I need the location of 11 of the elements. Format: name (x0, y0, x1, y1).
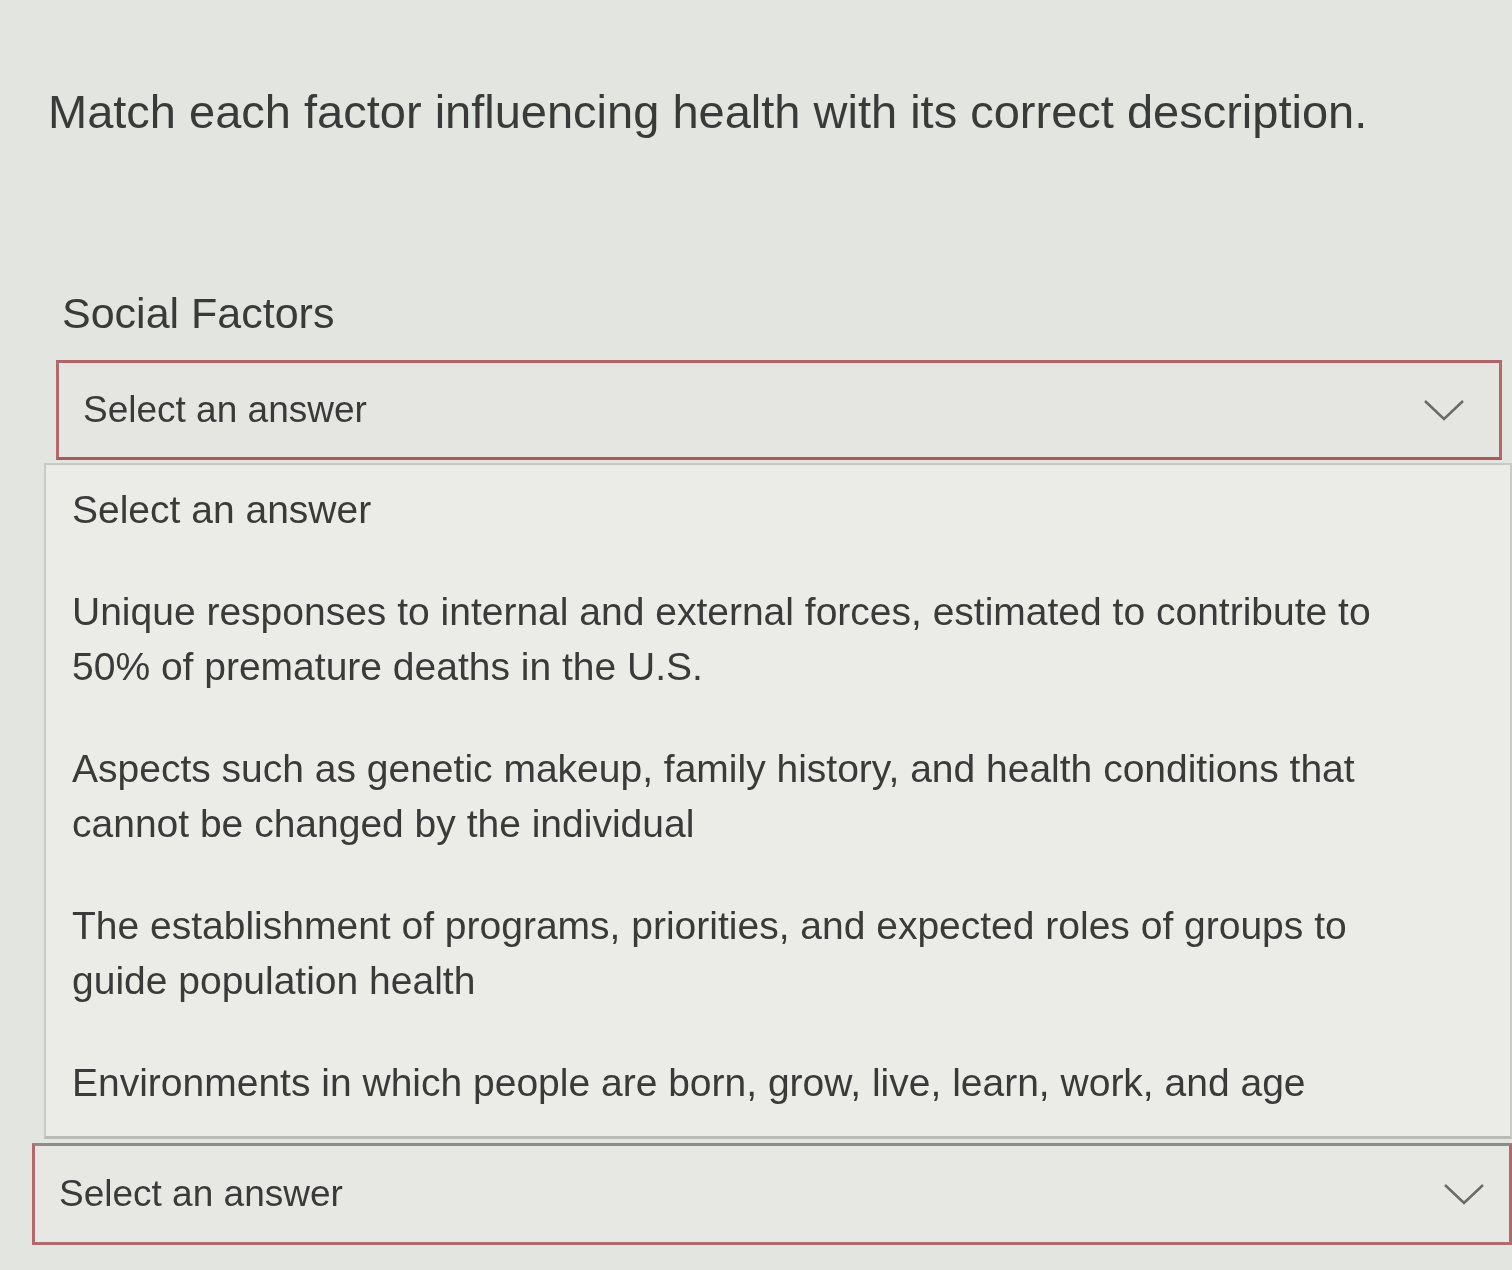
factor-label: Social Factors (62, 288, 335, 338)
dropdown-option[interactable]: Unique responses to internal and external forces, estimated to contribute to 50% of premature deaths in the U.S. (68, 581, 1490, 738)
dropdown-option[interactable]: Environments in which people are born, grow, live, learn, work, and age (68, 1052, 1490, 1124)
dropdown-option[interactable]: Select an answer (68, 479, 1490, 581)
dropdown-option[interactable]: The establishment of programs, priorities, and expected roles of groups to guide population health (68, 895, 1490, 1052)
chevron-down-icon (1443, 1183, 1485, 1205)
answer-dropdown[interactable]: Select an answer (56, 360, 1502, 460)
answer-dropdown[interactable]: Select an answer (32, 1143, 1512, 1245)
chevron-down-icon (1423, 399, 1465, 421)
dropdown-option[interactable]: Aspects such as genetic makeup, family history, and health conditions that cannot be changed by the individual (68, 738, 1490, 895)
question-text: Match each factor influencing health with its correct description. (48, 86, 1368, 138)
